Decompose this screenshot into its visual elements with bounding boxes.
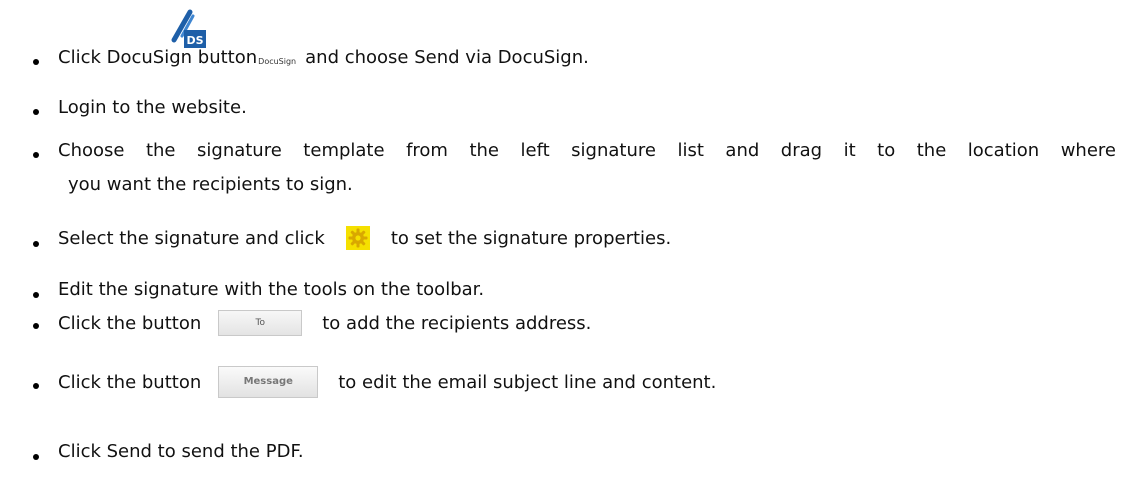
bullet-icon [33,152,39,158]
item-text-continued: you want the recipients to sign. [68,174,353,195]
list-item: Click the button Message to edit the ema… [0,356,1123,406]
bullet-icon [33,454,39,460]
list-item: Choose the signature template from the l… [0,132,1123,202]
bullet-icon [33,59,39,65]
to-button[interactable]: To [218,310,303,336]
item-text: Choose the signature template from the l… [58,140,1116,161]
item-text: Select the signature and click [58,227,325,249]
gear-icon [348,228,368,248]
list-item: Click DocuSign button DocuSign and choos… [0,38,1123,68]
settings-gear-button[interactable] [345,226,370,250]
list-item: Select the signature and click to set th… [0,218,1123,258]
item-text: to set the signature properties. [390,227,672,249]
item-text: Click DocuSign button [58,47,258,68]
item-text: and choose Send via DocuSign. [305,47,589,68]
list-item: Click the button To to add the recipient… [0,304,1123,344]
message-button[interactable]: Message [218,366,319,398]
docusign-button-label[interactable]: DocuSign [258,57,296,66]
bullet-icon [33,241,39,247]
bullet-icon [33,292,39,298]
item-text: Click the button [58,371,202,393]
list-item: Click Send to send the PDF. [0,440,1123,470]
item-text: Login to the website. [58,97,247,118]
bullet-icon [33,323,39,329]
item-text: Edit the signature with the tools on the… [58,279,485,300]
item-text: Click Send to send the PDF. [58,441,304,462]
bullet-icon [33,109,39,115]
item-text: to edit the email subject line and conte… [338,371,717,393]
bullet-icon [33,383,39,389]
list-item: Edit the signature with the tools on the… [0,268,1123,300]
item-text: Click the button [58,312,202,334]
item-text: to add the recipients address. [322,312,592,334]
list-item: Login to the website. [0,96,1123,126]
